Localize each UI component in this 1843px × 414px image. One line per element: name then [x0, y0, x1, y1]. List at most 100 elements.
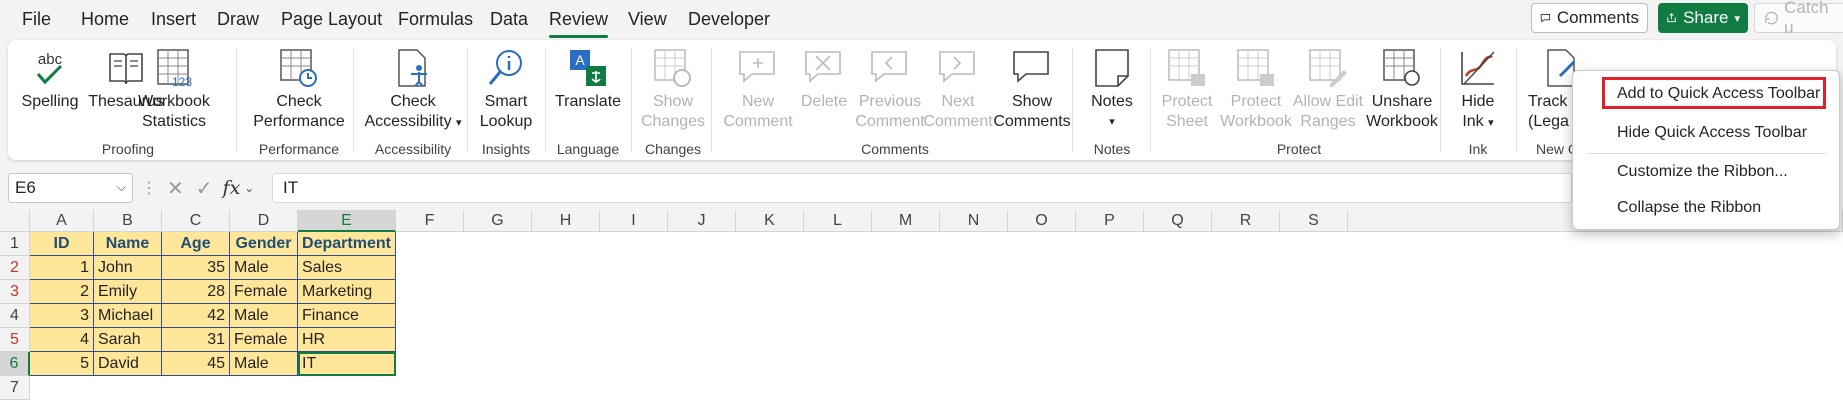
next-comment-button[interactable]: Next Comment	[920, 46, 996, 132]
row-header[interactable]: 3	[0, 280, 30, 304]
check-performance-button[interactable]: Check Performance	[244, 46, 354, 132]
column-header[interactable]: N	[940, 210, 1008, 232]
table-cell[interactable]: Female	[230, 280, 298, 304]
column-header[interactable]: C	[162, 210, 230, 232]
column-header[interactable]: O	[1008, 210, 1076, 232]
column-header[interactable]: K	[736, 210, 804, 232]
row-header[interactable]: 1	[0, 232, 30, 256]
column-header[interactable]: R	[1212, 210, 1280, 232]
table-cell[interactable]: Sales	[298, 256, 396, 280]
table-header-cell[interactable]: ID	[30, 232, 94, 256]
show-comments-button[interactable]: Show Comments	[992, 46, 1072, 132]
table-cell[interactable]: Michael	[94, 304, 162, 328]
table-cell[interactable]: Sarah	[94, 328, 162, 352]
table-cell[interactable]: 45	[162, 352, 230, 376]
table-cell[interactable]: David	[94, 352, 162, 376]
column-header[interactable]: A	[30, 210, 94, 232]
table-header-cell[interactable]: Name	[94, 232, 162, 256]
enter-icon[interactable]: ✓	[196, 176, 213, 201]
tab-review[interactable]: Review	[549, 8, 609, 38]
column-header[interactable]: B	[94, 210, 162, 232]
table-cell[interactable]: 2	[30, 280, 94, 304]
table-cell[interactable]: John	[94, 256, 162, 280]
column-header[interactable]: Q	[1144, 210, 1212, 232]
table-cell[interactable]: HR	[298, 328, 396, 352]
column-header[interactable]: I	[600, 210, 668, 232]
menu-item-hide-quick-access-toolbar[interactable]: Hide Quick Access Toolbar	[1617, 124, 1807, 142]
column-header[interactable]: F	[396, 210, 464, 232]
allow-edit-ranges-button[interactable]: Allow Edit Ranges	[1288, 46, 1368, 132]
row-header[interactable]: 5	[0, 328, 30, 352]
tab-view[interactable]: View	[628, 8, 667, 32]
table-cell[interactable]: Marketing	[298, 280, 396, 304]
name-box[interactable]: E6 ⌵	[8, 173, 133, 203]
table-cell[interactable]: Male	[230, 352, 298, 376]
insert-function-button[interactable]: fx	[223, 177, 241, 199]
column-header[interactable]: L	[804, 210, 872, 232]
tab-page-layout[interactable]: Page Layout	[281, 8, 382, 32]
table-cell[interactable]: Female	[230, 328, 298, 352]
select-all-corner[interactable]	[0, 210, 30, 232]
check-accessibility-button[interactable]: Check Accessibility ▾	[360, 46, 466, 133]
table-cell[interactable]: Emily	[94, 280, 162, 304]
table-cell[interactable]: 42	[162, 304, 230, 328]
tab-data[interactable]: Data	[490, 8, 528, 32]
previous-comment-button[interactable]: Previous Comment	[850, 46, 930, 132]
note-icon	[1095, 49, 1129, 87]
table-cell[interactable]: 4	[30, 328, 94, 352]
row-header[interactable]: 2	[0, 256, 30, 280]
formula-input[interactable]: IT	[272, 173, 1572, 203]
table-cell[interactable]: 1	[30, 256, 94, 280]
table-header-cell[interactable]: Department	[298, 232, 396, 256]
hide-ink-button[interactable]: Hide Ink ▾	[1448, 46, 1508, 133]
column-header[interactable]: H	[532, 210, 600, 232]
table-cell[interactable]: Finance	[298, 304, 396, 328]
table-cell[interactable]: 28	[162, 280, 230, 304]
table-header-cell[interactable]: Age	[162, 232, 230, 256]
new-comment-button[interactable]: New Comment	[720, 46, 796, 132]
column-header[interactable]: M	[872, 210, 940, 232]
tab-developer[interactable]: Developer	[688, 8, 770, 32]
protect-sheet-button[interactable]: Protect Sheet	[1156, 46, 1218, 132]
tab-formulas[interactable]: Formulas	[398, 8, 473, 32]
column-header[interactable]: D	[230, 210, 298, 232]
smart-lookup-button[interactable]: Smart Lookup	[474, 46, 538, 132]
catch-up-button[interactable]: Catch u	[1754, 0, 1843, 37]
menu-item-add-to-quick-access-toolbar[interactable]: Add to Quick Access Toolbar	[1617, 85, 1820, 103]
share-button[interactable]: Share ▾	[1658, 3, 1748, 33]
menu-item-collapse-the-ribbon[interactable]: Collapse the Ribbon	[1617, 199, 1761, 217]
table-cell[interactable]: Male	[230, 256, 298, 280]
tab-home[interactable]: Home	[81, 8, 129, 32]
row-header[interactable]: 4	[0, 304, 30, 328]
menu-item-customize-the-ribbon[interactable]: Customize the Ribbon...	[1617, 163, 1788, 181]
table-cell[interactable]: 35	[162, 256, 230, 280]
unshare-workbook-button[interactable]: Unshare Workbook	[1362, 46, 1442, 132]
protect-workbook-button[interactable]: Protect Workbook	[1216, 46, 1296, 132]
column-header[interactable]: P	[1076, 210, 1144, 232]
tab-draw[interactable]: Draw	[217, 8, 259, 32]
column-header[interactable]: E	[298, 210, 396, 232]
table-header-cell[interactable]: Gender	[230, 232, 298, 256]
column-header[interactable]: J	[668, 210, 736, 232]
table-cell[interactable]: 5	[30, 352, 94, 376]
notes-button[interactable]: Notes ▾	[1082, 46, 1142, 132]
delete-comment-button[interactable]: Delete	[789, 46, 859, 112]
row-header[interactable]: 6	[0, 352, 30, 376]
column-header[interactable]: S	[1280, 210, 1348, 232]
catch-up-label: Catch u	[1784, 0, 1829, 37]
row-header[interactable]: 7	[0, 376, 30, 400]
column-header[interactable]: G	[464, 210, 532, 232]
check-accessibility-label-2: Accessibility ▾	[360, 112, 466, 133]
comments-button[interactable]: Comments	[1531, 3, 1648, 33]
workbook-statistics-button[interactable]: 123 Workbook Statistics	[132, 46, 216, 132]
show-changes-button[interactable]: Show Changes	[638, 46, 708, 132]
table-cell[interactable]: IT	[298, 352, 396, 376]
tab-file[interactable]: File	[22, 8, 51, 32]
tab-insert[interactable]: Insert	[151, 8, 196, 32]
spelling-button[interactable]: abc Spelling	[20, 46, 80, 112]
cancel-icon[interactable]: ✕	[167, 176, 184, 201]
table-cell[interactable]: 31	[162, 328, 230, 352]
table-cell[interactable]: 3	[30, 304, 94, 328]
translate-button[interactable]: A Translate	[552, 46, 624, 112]
table-cell[interactable]: Male	[230, 304, 298, 328]
